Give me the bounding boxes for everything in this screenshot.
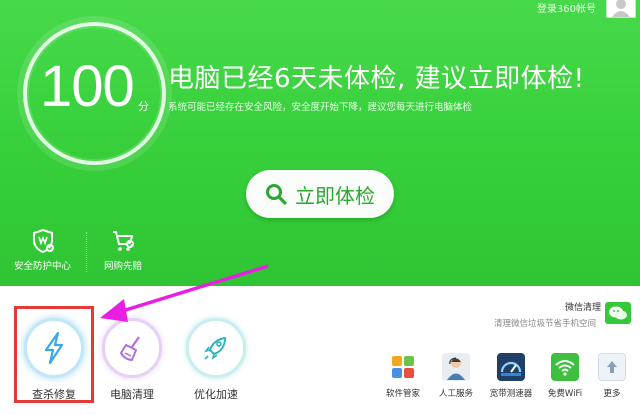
- more-link[interactable]: 更多: [588, 387, 636, 399]
- service-person-icon: [447, 357, 465, 380]
- mini-tool-speed-test[interactable]: 宽带测速器: [483, 353, 539, 399]
- mini-tool-label: 宽带测速器: [489, 389, 533, 399]
- mini-tool-label: 免费WiFi: [547, 389, 583, 399]
- mini-tool-label: 人工服务: [438, 389, 473, 399]
- mini-tool-free-wifi[interactable]: 免费WiFi: [537, 353, 593, 399]
- wifi-icon: [555, 360, 575, 376]
- speedometer-icon: [500, 361, 522, 376]
- mini-tool-human-service[interactable]: 人工服务: [428, 353, 484, 399]
- apps-icon: [392, 356, 414, 378]
- arrow-up-icon: [607, 361, 617, 373]
- mini-tool-label: 软件管家: [385, 389, 420, 399]
- mini-tool-more[interactable]: 更多: [588, 353, 636, 399]
- mini-tool-software-manager[interactable]: 软件管家: [375, 353, 431, 399]
